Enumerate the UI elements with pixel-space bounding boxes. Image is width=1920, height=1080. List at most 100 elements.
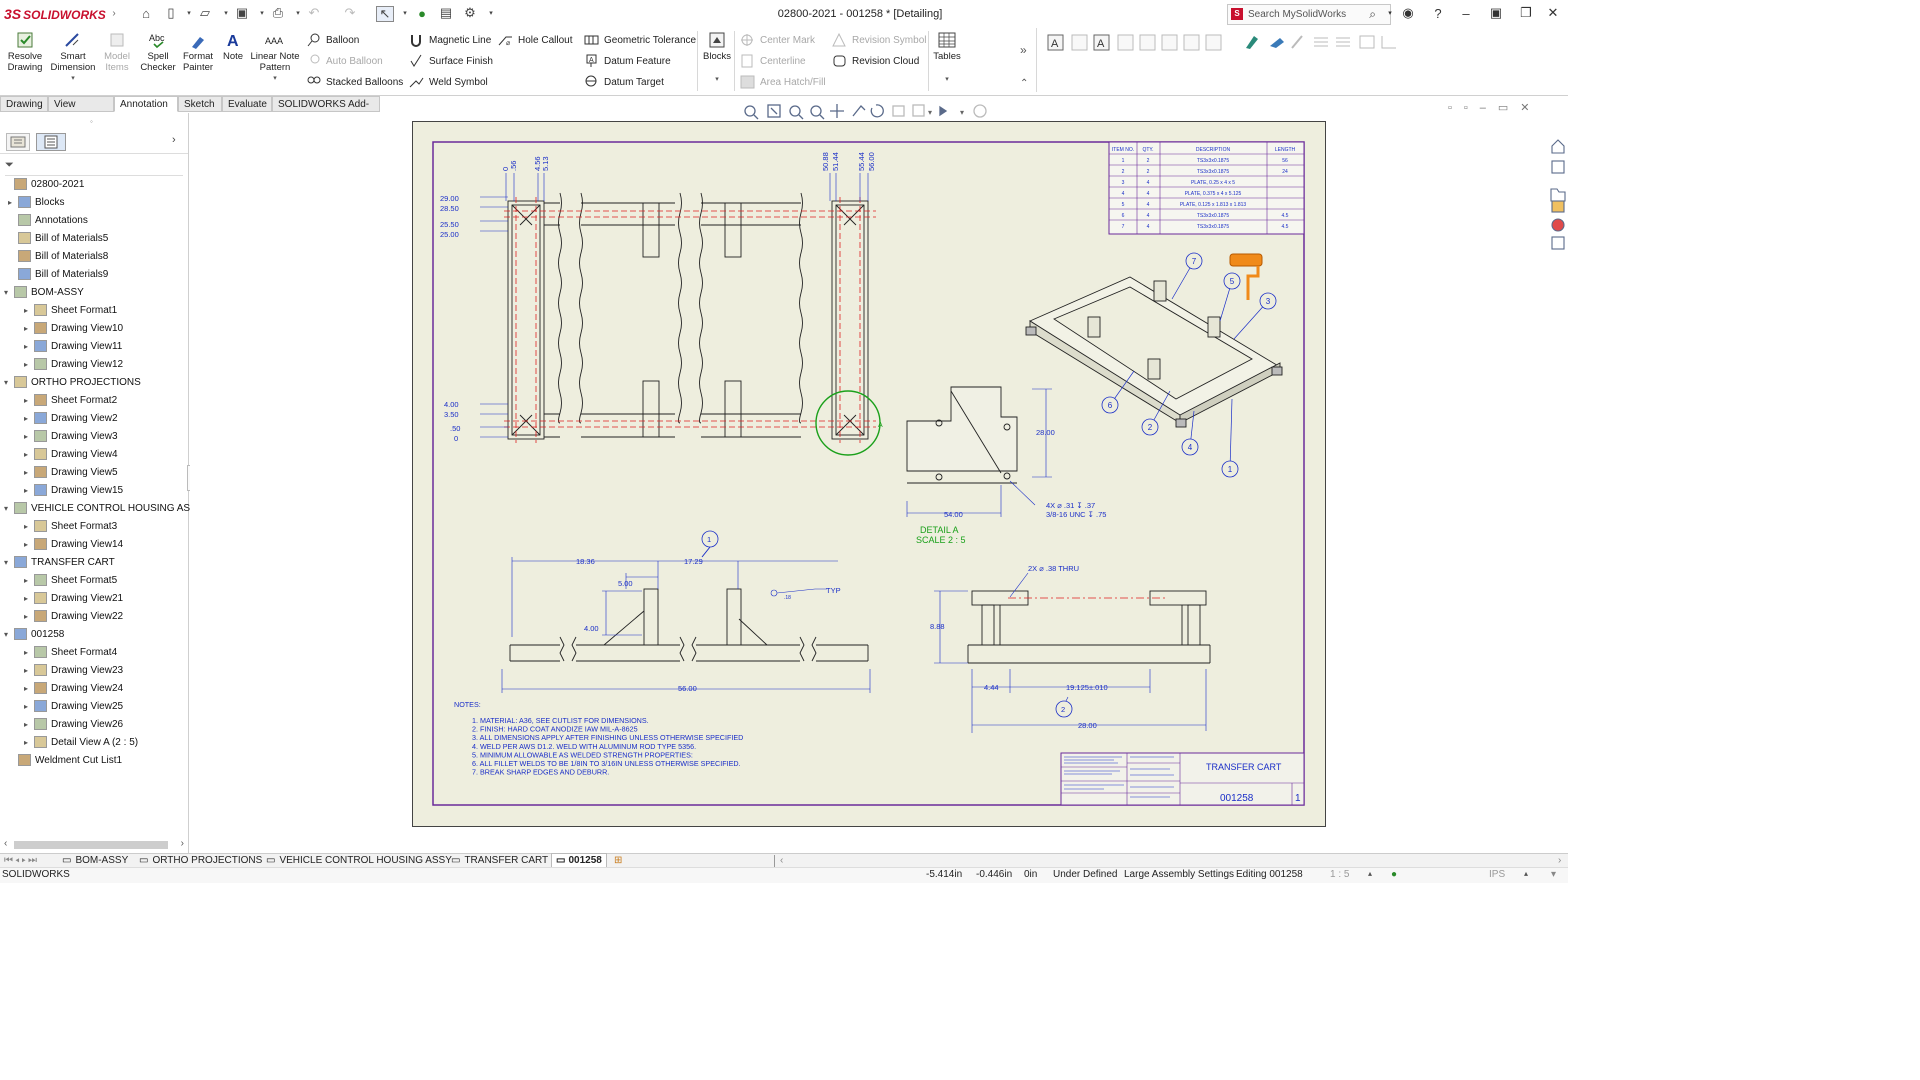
sheet-tab-transfer-cart[interactable]: ▭ TRANSFER CART [451, 854, 548, 868]
bom-cell[interactable]: 4 [1147, 224, 1150, 230]
property-manager-tab-icon[interactable] [36, 133, 66, 151]
front-weld-size[interactable]: .18 [784, 595, 791, 601]
expand-arrow-icon[interactable]: ▸ [24, 644, 34, 662]
title-block-sheet[interactable]: 1 [1295, 793, 1301, 804]
datum-feature-button[interactable]: A Datum Feature [584, 53, 671, 69]
bom-cell[interactable]: 24 [1282, 169, 1288, 175]
hole-callout-line-2[interactable]: 3/8-16 UNC ↧ .75 [1046, 510, 1106, 519]
bom-cell[interactable]: 4 [1147, 213, 1150, 219]
dim-top-056[interactable]: .56 [509, 161, 518, 171]
bom-cell[interactable]: 1 [1122, 158, 1125, 164]
tree-item[interactable]: ▸ Drawing View22 [24, 608, 123, 626]
revision-symbol-button[interactable]: Revision Symbol [832, 32, 926, 48]
dim-left-050[interactable]: .50 [450, 424, 460, 433]
status-sheet-scale[interactable]: 1 : 5 [1330, 869, 1349, 880]
tree-item[interactable]: ▸ Drawing View12 [24, 356, 123, 374]
feature-manager-tab-icon[interactable] [6, 133, 30, 151]
surface-finish-button[interactable]: Surface Finish [409, 53, 493, 69]
datum-target-button[interactable]: Datum Target [584, 74, 664, 90]
smart-dimension-button[interactable]: Smart Dimension ▾ [48, 31, 98, 84]
bom-cell[interactable]: 3 [1122, 180, 1125, 186]
collapse-arrow-icon[interactable]: ▾ [4, 284, 14, 302]
expand-arrow-icon[interactable]: ▸ [24, 392, 34, 410]
bom-cell[interactable]: 4.5 [1282, 213, 1289, 219]
task-pane-icons[interactable] [1548, 137, 1568, 267]
tree-item[interactable]: ▸ Drawing View10 [24, 320, 123, 338]
balloon-number[interactable]: 3 [1266, 297, 1271, 306]
bom-header-cell[interactable]: LENGTH [1275, 147, 1296, 153]
tree-item[interactable]: ▸ Drawing View2 [24, 410, 118, 428]
tab-solidworks-add-ins[interactable]: SOLIDWORKS Add-Ins [272, 96, 380, 126]
front-weld-typ[interactable]: TYP [826, 586, 841, 595]
title-block-number[interactable]: 001258 [1220, 793, 1254, 804]
auto-balloon-button[interactable]: Auto Balloon [306, 53, 383, 69]
dim-top-5144[interactable]: 51.44 [831, 152, 840, 171]
bom-cell[interactable]: 4.5 [1282, 224, 1289, 230]
tree-item[interactable]: ▸ Sheet Format3 [24, 518, 117, 536]
tree-item[interactable]: ▸ Drawing View26 [24, 716, 123, 734]
detail-dim-54[interactable]: 54.00 [944, 510, 963, 519]
bom-cell[interactable]: 4 [1122, 191, 1125, 197]
ribbon-more-icon[interactable]: » [1020, 42, 1027, 58]
front-dim-1836[interactable]: 18.36 [576, 557, 595, 566]
bill-of-materials-table[interactable]: ITEM NO. QTY. DESCRIPTION LENGTH 1 2 TS3x3x0.1… [1108, 141, 1305, 235]
status-units[interactable]: IPS [1489, 869, 1505, 880]
tree-item[interactable]: Annotations [8, 212, 88, 230]
tree-item[interactable]: ▸ Sheet Format1 [24, 302, 117, 320]
title-block[interactable]: TRANSFER CART 001258 1 [1060, 752, 1305, 806]
tree-item[interactable]: ▸ Drawing View15 [24, 482, 123, 500]
bom-cell[interactable]: 2 [1147, 169, 1150, 175]
tree-item[interactable]: ▸ Drawing View14 [24, 536, 123, 554]
centerline-button[interactable]: Centerline [740, 53, 806, 69]
tab-sketch[interactable]: Sketch [178, 96, 222, 112]
bom-header-cell[interactable]: QTY. [1142, 147, 1153, 153]
expand-arrow-icon[interactable]: ▸ [24, 518, 34, 536]
tree-item[interactable]: ▸ Drawing View4 [24, 446, 118, 464]
front-dim-1729[interactable]: 17.29 [684, 557, 703, 566]
tree-item[interactable]: ▸ Sheet Format5 [24, 572, 117, 590]
dim-top-5600[interactable]: 56.00 [867, 152, 876, 171]
search-mysolidworks[interactable]: S Search MySolidWorks ⌕ [1227, 4, 1391, 25]
expand-arrow-icon[interactable]: ▸ [24, 572, 34, 590]
expand-arrow-icon[interactable]: ▸ [24, 734, 34, 752]
stacked-balloons-button[interactable]: Stacked Balloons [306, 74, 403, 90]
expand-arrow-icon[interactable]: ▸ [24, 464, 34, 482]
expand-arrow-icon[interactable]: ▸ [24, 662, 34, 680]
tree-item[interactable]: ▾ ORTHO PROJECTIONS [4, 374, 141, 392]
bom-cell[interactable]: 2 [1147, 158, 1150, 164]
detail-dim-28[interactable]: 28.00 [1036, 428, 1055, 437]
front-dim-5600[interactable]: 56.00 [678, 684, 697, 693]
model-items-button[interactable]: Model Items [101, 31, 133, 73]
resolve-drawing-button[interactable]: Resolve Drawing [4, 31, 46, 73]
dim-left-400[interactable]: 4.00 [444, 400, 459, 409]
dim-top-513[interactable]: 5.13 [541, 156, 550, 171]
tree-item[interactable]: ▸ Sheet Format4 [24, 644, 117, 662]
help-icon[interactable]: ? [1429, 5, 1447, 21]
detail-a-label[interactable]: DETAIL A [920, 525, 959, 535]
tree-item[interactable]: ▸ Drawing View5 [24, 464, 118, 482]
tables-dropdown-icon[interactable]: ▾ [932, 74, 962, 85]
tab-view-layout[interactable]: View Layout [48, 96, 114, 126]
expand-arrow-icon[interactable]: ▸ [24, 338, 34, 356]
tree-item[interactable]: ▸ Drawing View21 [24, 590, 123, 608]
dim-left-2900[interactable]: 29.00 [440, 194, 459, 203]
search-icon[interactable]: ⌕ [1369, 7, 1376, 22]
balloon-button[interactable]: Balloon [306, 32, 359, 48]
tree-item[interactable]: ▾ BOM-ASSY [4, 284, 84, 302]
balloon-number[interactable]: 4 [1188, 443, 1193, 452]
hole-callout-line-1[interactable]: 4X ⌀ .31 ↧ .37 [1046, 501, 1095, 510]
collapse-arrow-icon[interactable]: ▾ [4, 500, 14, 518]
side-balloon-2[interactable]: 2 [1061, 705, 1065, 714]
sheet-tab-ortho-projections[interactable]: ▭ ORTHO PROJECTIONS [139, 854, 262, 868]
revision-cloud-button[interactable]: Revision Cloud [832, 53, 919, 69]
format-toolbar-icons[interactable]: A A [1042, 32, 1402, 54]
blocks-dropdown-icon[interactable]: ▾ [702, 74, 732, 85]
bom-cell[interactable]: PLATE, 0.375 x 4 x 5.125 [1185, 191, 1242, 197]
collapse-arrow-icon[interactable]: ▾ [4, 554, 14, 572]
balloon-number[interactable]: 7 [1192, 257, 1197, 266]
tree-item[interactable]: Bill of Materials9 [8, 266, 108, 284]
format-painter-button[interactable]: Format Painter [179, 31, 217, 73]
expand-arrow-icon[interactable]: ▸ [24, 590, 34, 608]
side-dim-888[interactable]: 8.88 [930, 622, 945, 631]
scroll-right-icon[interactable]: › [181, 838, 184, 849]
